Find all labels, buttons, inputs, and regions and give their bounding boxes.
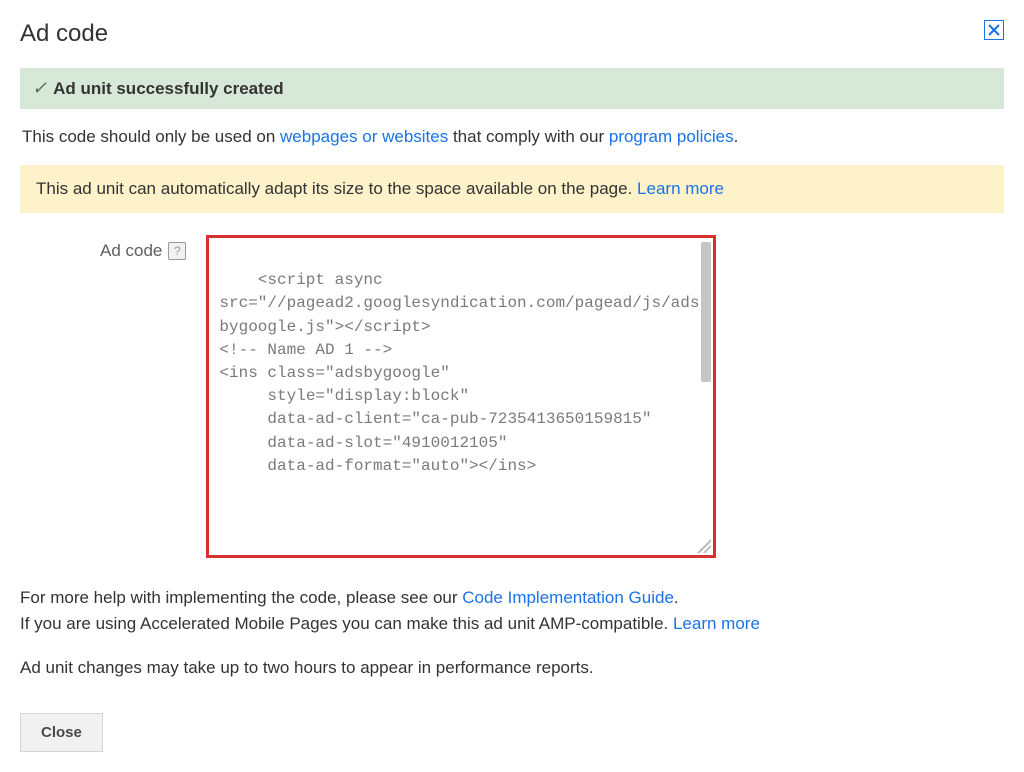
ad-code-textarea[interactable]: <script async src="//pagead2.googlesyndi…: [206, 235, 716, 558]
help-text-2: If you are using Accelerated Mobile Page…: [20, 614, 1004, 634]
resize-handle-icon[interactable]: [697, 539, 711, 553]
info-banner: This ad unit can automatically adapt its…: [20, 165, 1004, 213]
success-banner: ✓ Ad unit successfully created: [20, 68, 1004, 109]
ad-code-label: Ad code ?: [100, 235, 186, 261]
changes-note: Ad unit changes may take up to two hours…: [20, 658, 1004, 678]
help-icon[interactable]: ?: [168, 242, 186, 260]
ad-code-content: <script async src="//pagead2.googlesyndi…: [219, 271, 699, 475]
code-implementation-guide-link[interactable]: Code Implementation Guide: [462, 588, 674, 607]
checkmark-icon: ✓: [32, 78, 47, 99]
success-message: Ad unit successfully created: [53, 79, 284, 99]
intro-text: This code should only be used on webpage…: [20, 127, 1004, 147]
dialog-title: Ad code: [20, 20, 108, 48]
close-icon[interactable]: [984, 20, 1004, 40]
close-button[interactable]: Close: [20, 713, 103, 752]
learn-more-adaptive-link[interactable]: Learn more: [637, 179, 724, 198]
help-text-1: For more help with implementing the code…: [20, 588, 1004, 608]
program-policies-link[interactable]: program policies: [609, 127, 734, 146]
webpages-link[interactable]: webpages or websites: [280, 127, 448, 146]
learn-more-amp-link[interactable]: Learn more: [673, 614, 760, 633]
scrollbar-thumb[interactable]: [701, 242, 711, 382]
